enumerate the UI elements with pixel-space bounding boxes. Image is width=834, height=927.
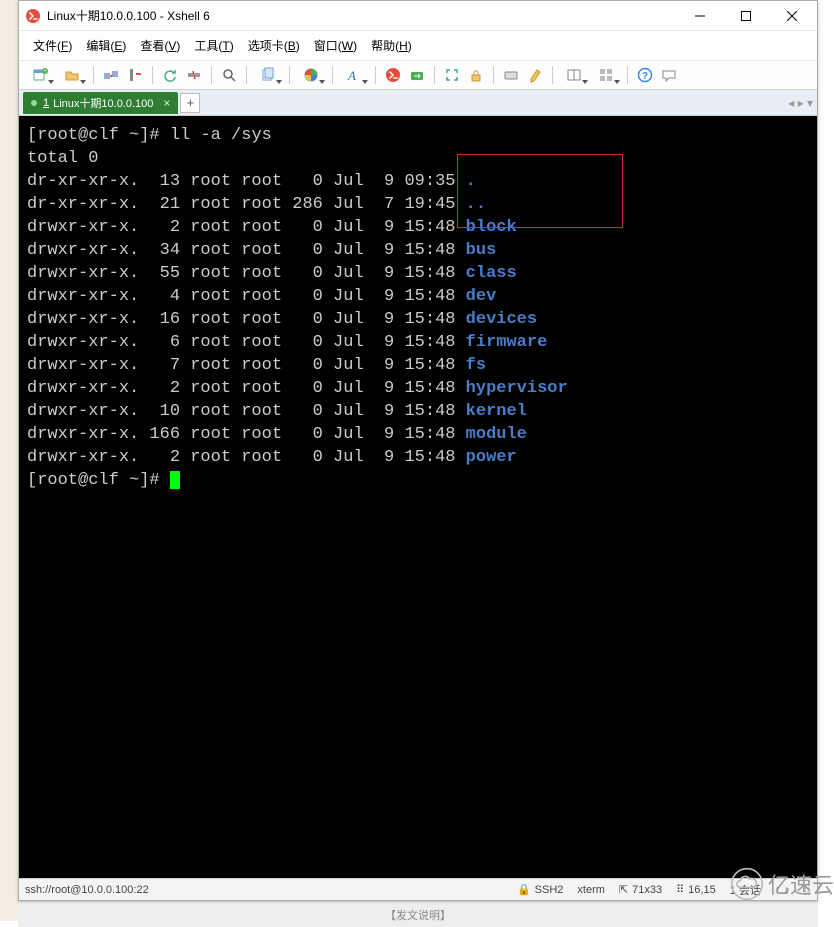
layout-button[interactable]	[559, 64, 589, 86]
separator	[152, 66, 153, 84]
close-button[interactable]	[769, 1, 815, 31]
separator	[434, 66, 435, 84]
status-protocol: 🔒SSH2	[517, 883, 563, 896]
svg-text:A: A	[347, 68, 356, 83]
separator	[627, 66, 628, 84]
tabbar: 1 Linux十期10.0.0.100 × + ◂ ▸ ▾	[19, 90, 817, 116]
strip-text: 【发文说明】	[385, 907, 451, 923]
separator	[246, 66, 247, 84]
reconnect-button[interactable]	[159, 64, 181, 86]
separator	[493, 66, 494, 84]
keyboard-button[interactable]	[500, 64, 522, 86]
tab-close-icon[interactable]: ×	[163, 96, 170, 110]
menu-e[interactable]: 编辑(E)	[80, 35, 132, 56]
font-button[interactable]: A	[339, 64, 369, 86]
separator	[289, 66, 290, 84]
menu-h[interactable]: 帮助(H)	[365, 35, 418, 56]
transfer-button[interactable]	[100, 64, 122, 86]
separator	[93, 66, 94, 84]
status-resize-grip[interactable]: ⣿	[803, 883, 811, 896]
minimize-button[interactable]	[677, 1, 723, 31]
menubar: 文件(F)编辑(E)查看(V)工具(T)选项卡(B)窗口(W)帮助(H)	[19, 31, 817, 61]
tab-scroll-arrows[interactable]: ◂ ▸ ▾	[788, 96, 813, 110]
tab-index: 1	[43, 97, 49, 109]
status-session: 1 会话	[730, 882, 761, 898]
copy-button[interactable]	[253, 64, 283, 86]
search-button[interactable]	[218, 64, 240, 86]
svg-text:?: ?	[642, 71, 648, 82]
menu-t[interactable]: 工具(T)	[188, 35, 239, 56]
menu-v[interactable]: 查看(V)	[134, 35, 186, 56]
status-arrows: ↑ ↓	[775, 884, 789, 896]
tile-button[interactable]	[591, 64, 621, 86]
highlight-button[interactable]	[524, 64, 546, 86]
window-title: Linux十期10.0.0.100 - Xshell 6	[47, 7, 677, 24]
color-button[interactable]	[296, 64, 326, 86]
open-session-button[interactable]	[57, 64, 87, 86]
cursor	[170, 471, 180, 489]
titlebar[interactable]: Linux十期10.0.0.100 - Xshell 6	[19, 1, 817, 31]
status-address: ssh://root@10.0.0.100:22	[25, 884, 503, 896]
tab-label: Linux十期10.0.0.100	[53, 95, 153, 111]
tab-status-icon	[31, 100, 37, 106]
fullscreen-button[interactable]	[441, 64, 463, 86]
separator	[552, 66, 553, 84]
highlight-box	[457, 154, 623, 228]
chat-button[interactable]	[658, 64, 680, 86]
status-size: ⇱71x33	[619, 883, 662, 896]
lock-button[interactable]	[465, 64, 487, 86]
maximize-button[interactable]	[723, 1, 769, 31]
disconnect-button[interactable]	[183, 64, 205, 86]
xshell-icon-button[interactable]	[382, 64, 404, 86]
statusbar: ssh://root@10.0.0.100:22 🔒SSH2 xterm ⇱71…	[19, 878, 817, 900]
status-term: xterm	[577, 884, 605, 896]
xshell-window: Linux十期10.0.0.100 - Xshell 6 文件(F)编辑(E)查…	[18, 0, 818, 901]
xftp-button[interactable]	[406, 64, 428, 86]
toolbar: + A ?	[19, 61, 817, 90]
help-button[interactable]: ?	[634, 64, 656, 86]
tools-button[interactable]	[124, 64, 146, 86]
page-background	[0, 0, 18, 921]
status-pos: ⠿16,15	[676, 883, 716, 896]
lock-icon: 🔒	[517, 883, 531, 896]
app-icon	[25, 8, 41, 24]
page-strip: 【发文说明】	[18, 901, 818, 927]
session-tab[interactable]: 1 Linux十期10.0.0.100 ×	[23, 92, 178, 114]
menu-f[interactable]: 文件(F)	[27, 35, 78, 56]
menu-w[interactable]: 窗口(W)	[308, 35, 363, 56]
separator	[375, 66, 376, 84]
svg-text:+: +	[43, 69, 47, 75]
new-session-button[interactable]: +	[25, 64, 55, 86]
menu-b[interactable]: 选项卡(B)	[242, 35, 306, 56]
terminal[interactable]: [root@clf ~]# ll -a /sys total 0 dr-xr-x…	[19, 116, 817, 878]
separator	[211, 66, 212, 84]
separator	[332, 66, 333, 84]
tab-add-button[interactable]: +	[180, 93, 200, 113]
